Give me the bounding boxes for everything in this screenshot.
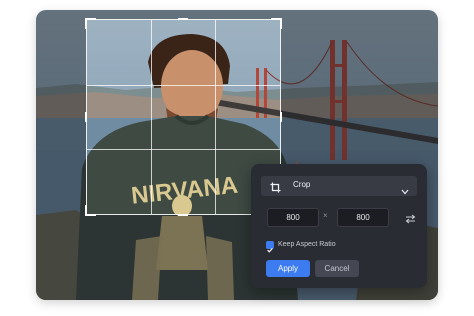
crop-handle-top-left[interactable] [85, 18, 96, 29]
checkmark-icon [267, 247, 273, 253]
swap-arrows-icon[interactable] [405, 211, 416, 229]
keep-aspect-checkbox[interactable] [266, 241, 274, 253]
crop-handle-top[interactable] [178, 18, 188, 20]
crop-mode-dropdown[interactable]: Crop [261, 176, 417, 196]
crop-mode-label: Crop [293, 180, 311, 189]
height-input[interactable]: 800 [337, 208, 389, 227]
crop-icon [270, 180, 281, 198]
crop-handle-bottom-left[interactable] [85, 205, 96, 216]
crop-grid-line [151, 20, 152, 214]
crop-grid-line [87, 149, 280, 150]
chevron-down-icon [401, 182, 409, 200]
width-input[interactable]: 800 [267, 208, 319, 227]
crop-handle-left[interactable] [85, 112, 87, 122]
crop-mask-top [36, 10, 438, 20]
crop-handle-top-right[interactable] [271, 18, 282, 29]
crop-handle-right[interactable] [280, 112, 282, 122]
crop-settings-panel: Crop 800 × 800 Keep Aspect Ratio Apply C… [251, 164, 427, 288]
crop-grid-line [87, 85, 280, 86]
dimension-separator: × [323, 211, 328, 220]
crop-mask-left [36, 20, 87, 214]
crop-grid-line [215, 20, 216, 214]
keep-aspect-label: Keep Aspect Ratio [278, 241, 336, 248]
apply-button[interactable]: Apply [266, 260, 310, 277]
cancel-button[interactable]: Cancel [315, 260, 359, 277]
crop-handle-bottom[interactable] [178, 214, 188, 216]
